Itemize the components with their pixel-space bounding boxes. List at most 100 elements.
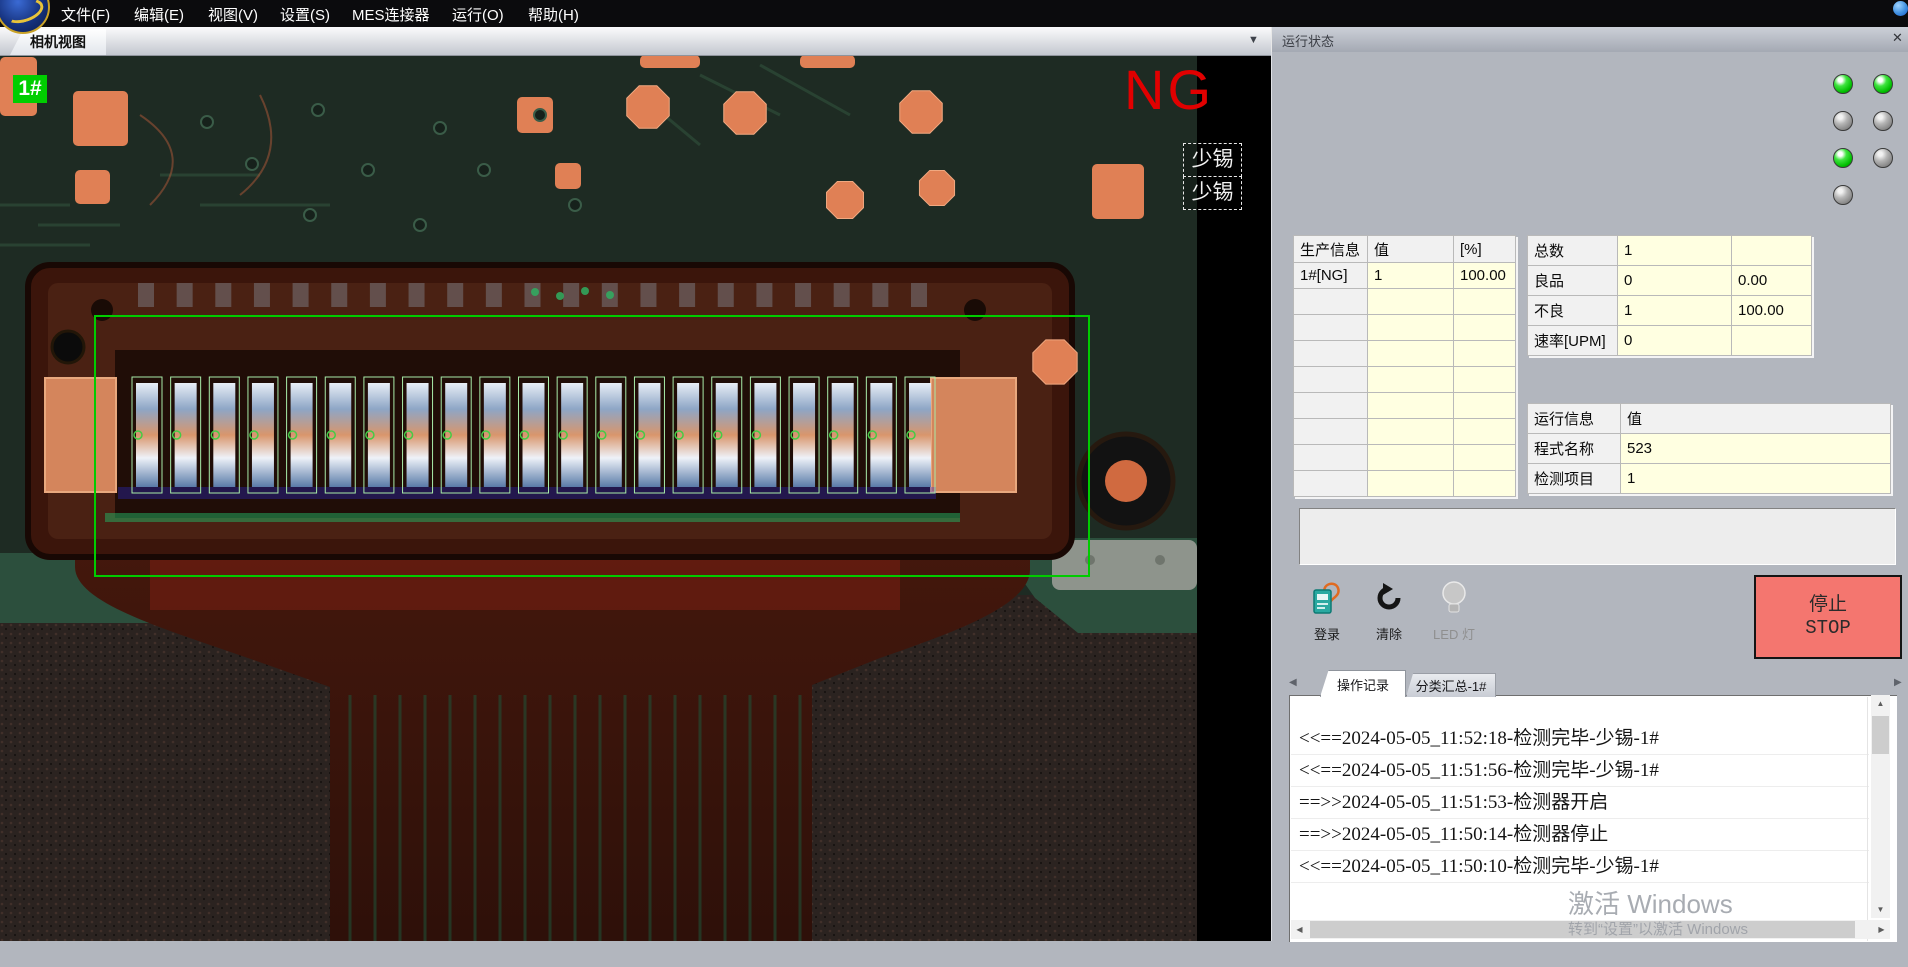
- cell-label: 1#[NG]: [1294, 263, 1368, 289]
- cell-value: 0: [1618, 326, 1732, 356]
- login-button-label: 登录: [1304, 624, 1350, 643]
- led-bulb-icon: [1438, 580, 1470, 616]
- scroll-down-button[interactable]: ▼: [1871, 901, 1890, 918]
- cell-value: 0: [1618, 266, 1732, 296]
- menu-item-run[interactable]: 运行(O): [452, 4, 504, 25]
- menu-bar: 文件(F) 编辑(E) 视图(V) 设置(S) MES连接器 运行(O) 帮助(…: [0, 0, 1908, 27]
- cell-value: 1: [1618, 236, 1732, 266]
- tab-camera-view-label: 相机视图: [30, 32, 86, 52]
- table-row: 不良 1 100.00: [1528, 296, 1812, 326]
- login-badge-icon: [1311, 580, 1343, 616]
- status-led: [1873, 148, 1893, 168]
- cell-percent: 100.00: [1732, 296, 1812, 326]
- cell-label: 检测项目: [1528, 464, 1621, 494]
- table-header-row: 生产信息 值 [%]: [1294, 236, 1516, 263]
- table-row: 1#[NG] 1 100.00: [1294, 263, 1516, 289]
- stop-button-label-en: STOP: [1805, 617, 1851, 640]
- log-entry[interactable]: <<==2024-05-05_11:51:56-检测完毕-少锡-1#: [1291, 755, 1869, 787]
- cell-percent: 0.00: [1732, 266, 1812, 296]
- log-tab-summary[interactable]: 分类汇总-1#: [1406, 673, 1496, 697]
- led-button-label: LED 灯: [1428, 624, 1480, 643]
- cell-value: 1: [1368, 263, 1454, 289]
- chevron-down-icon[interactable]: ▼: [1248, 34, 1259, 46]
- table-row-empty: [1294, 341, 1516, 367]
- log-entry[interactable]: <<==2024-05-05_11:52:18-检测完毕-少锡-1#: [1291, 723, 1869, 755]
- aoi-application-window: { "window": { "menu_items": ["文件(F)", "编…: [0, 0, 1908, 941]
- clear-button[interactable]: 清除: [1366, 580, 1412, 643]
- cell-label: 良品: [1528, 266, 1618, 296]
- cell-percent: [1732, 326, 1812, 356]
- log-entry[interactable]: ==>>2024-05-05_11:50:14-检测器停止: [1291, 819, 1869, 851]
- menu-item-file[interactable]: 文件(F): [61, 4, 110, 25]
- inspection-result-text: NG: [1124, 57, 1214, 122]
- table-row: 检测项目 1: [1528, 464, 1891, 494]
- run-info-table: 运行信息 值 程式名称 523 检测项目 1: [1527, 403, 1891, 494]
- menu-item-settings[interactable]: 设置(S): [280, 4, 330, 25]
- log-tab-operations[interactable]: 操作记录: [1320, 670, 1406, 697]
- status-led: [1873, 111, 1893, 131]
- camera-view: 1# NG 少锡 少锡: [0, 55, 1271, 941]
- window-badge-icon: [1893, 1, 1908, 16]
- tab-next-button[interactable]: ▶: [1894, 677, 1902, 688]
- led-button[interactable]: LED 灯: [1428, 580, 1480, 643]
- header-cell: 值: [1621, 404, 1891, 434]
- scroll-left-button[interactable]: ◀: [1291, 920, 1308, 939]
- view-tab-bar: 相机视图 ▼: [0, 27, 1271, 56]
- table-row-empty: [1294, 315, 1516, 341]
- log-entry[interactable]: <<==2024-05-05_11:50:10-检测完毕-少锡-1#: [1291, 851, 1869, 883]
- table-row-empty: [1294, 445, 1516, 471]
- v-scroll-thumb[interactable]: [1872, 716, 1889, 754]
- cell-label: 不良: [1528, 296, 1618, 326]
- log-tab-operations-label: 操作记录: [1337, 675, 1389, 694]
- cell-label: 程式名称: [1528, 434, 1621, 464]
- panel-title: 运行状态: [1282, 31, 1334, 50]
- windows-activation-watermark-sub: 转到“设置”以激活 Windows: [1568, 918, 1748, 939]
- status-led: [1833, 111, 1853, 131]
- cell-percent: 100.00: [1454, 263, 1516, 289]
- table-row-empty: [1294, 393, 1516, 419]
- log-entry[interactable]: ==>>2024-05-05_11:51:53-检测器开启: [1291, 787, 1869, 819]
- cell-value: 523: [1621, 434, 1891, 464]
- menu-item-edit[interactable]: 编辑(E): [134, 4, 184, 25]
- close-icon[interactable]: ✕: [1892, 30, 1903, 46]
- table-row-empty: [1294, 419, 1516, 445]
- cell-value: 1: [1618, 296, 1732, 326]
- menu-item-view[interactable]: 视图(V): [208, 4, 258, 25]
- table-row: 总数 1: [1528, 236, 1812, 266]
- cell-label: 总数: [1528, 236, 1618, 266]
- status-led: [1833, 185, 1853, 205]
- clear-refresh-icon: [1373, 580, 1405, 616]
- table-header-row: 运行信息 值: [1528, 404, 1891, 434]
- menu-item-help[interactable]: 帮助(H): [528, 4, 579, 25]
- camera-image: [0, 55, 1271, 941]
- log-tab-summary-label: 分类汇总-1#: [1416, 676, 1487, 695]
- list-column-divider: [1867, 697, 1868, 941]
- menu-item-mes[interactable]: MES连接器: [352, 4, 430, 25]
- login-button[interactable]: 登录: [1304, 580, 1350, 643]
- clear-button-label: 清除: [1366, 624, 1412, 643]
- tab-prev-button[interactable]: ◀: [1289, 677, 1297, 688]
- header-cell: [%]: [1454, 236, 1516, 263]
- panel-title-bar: 运行状态 ✕: [1271, 27, 1908, 52]
- message-box: [1299, 508, 1896, 565]
- header-cell: 运行信息: [1528, 404, 1621, 434]
- production-table: 生产信息 值 [%] 1#[NG] 1 100.00: [1293, 235, 1516, 497]
- table-row-empty: [1294, 367, 1516, 393]
- header-cell: 值: [1368, 236, 1454, 263]
- stop-button[interactable]: 停止 STOP: [1754, 575, 1902, 659]
- table-row-empty: [1294, 289, 1516, 315]
- cell-value: 1: [1621, 464, 1891, 494]
- logo-swoosh-icon: [2, 0, 47, 28]
- cell-label: 速率[UPM]: [1528, 326, 1618, 356]
- table-row: 速率[UPM] 0: [1528, 326, 1812, 356]
- status-led: [1873, 74, 1893, 94]
- status-led: [1833, 148, 1853, 168]
- table-row: 程式名称 523: [1528, 434, 1891, 464]
- device-label: 1#: [13, 75, 47, 103]
- status-led: [1833, 74, 1853, 94]
- scroll-up-button[interactable]: ▲: [1871, 695, 1890, 712]
- defect-tag: 少锡: [1183, 143, 1242, 177]
- stats-table: 总数 1 良品 0 0.00 不良 1 100.00 速率[UPM] 0: [1527, 235, 1812, 356]
- cell-percent: [1732, 236, 1812, 266]
- scroll-right-button[interactable]: ▶: [1873, 920, 1890, 939]
